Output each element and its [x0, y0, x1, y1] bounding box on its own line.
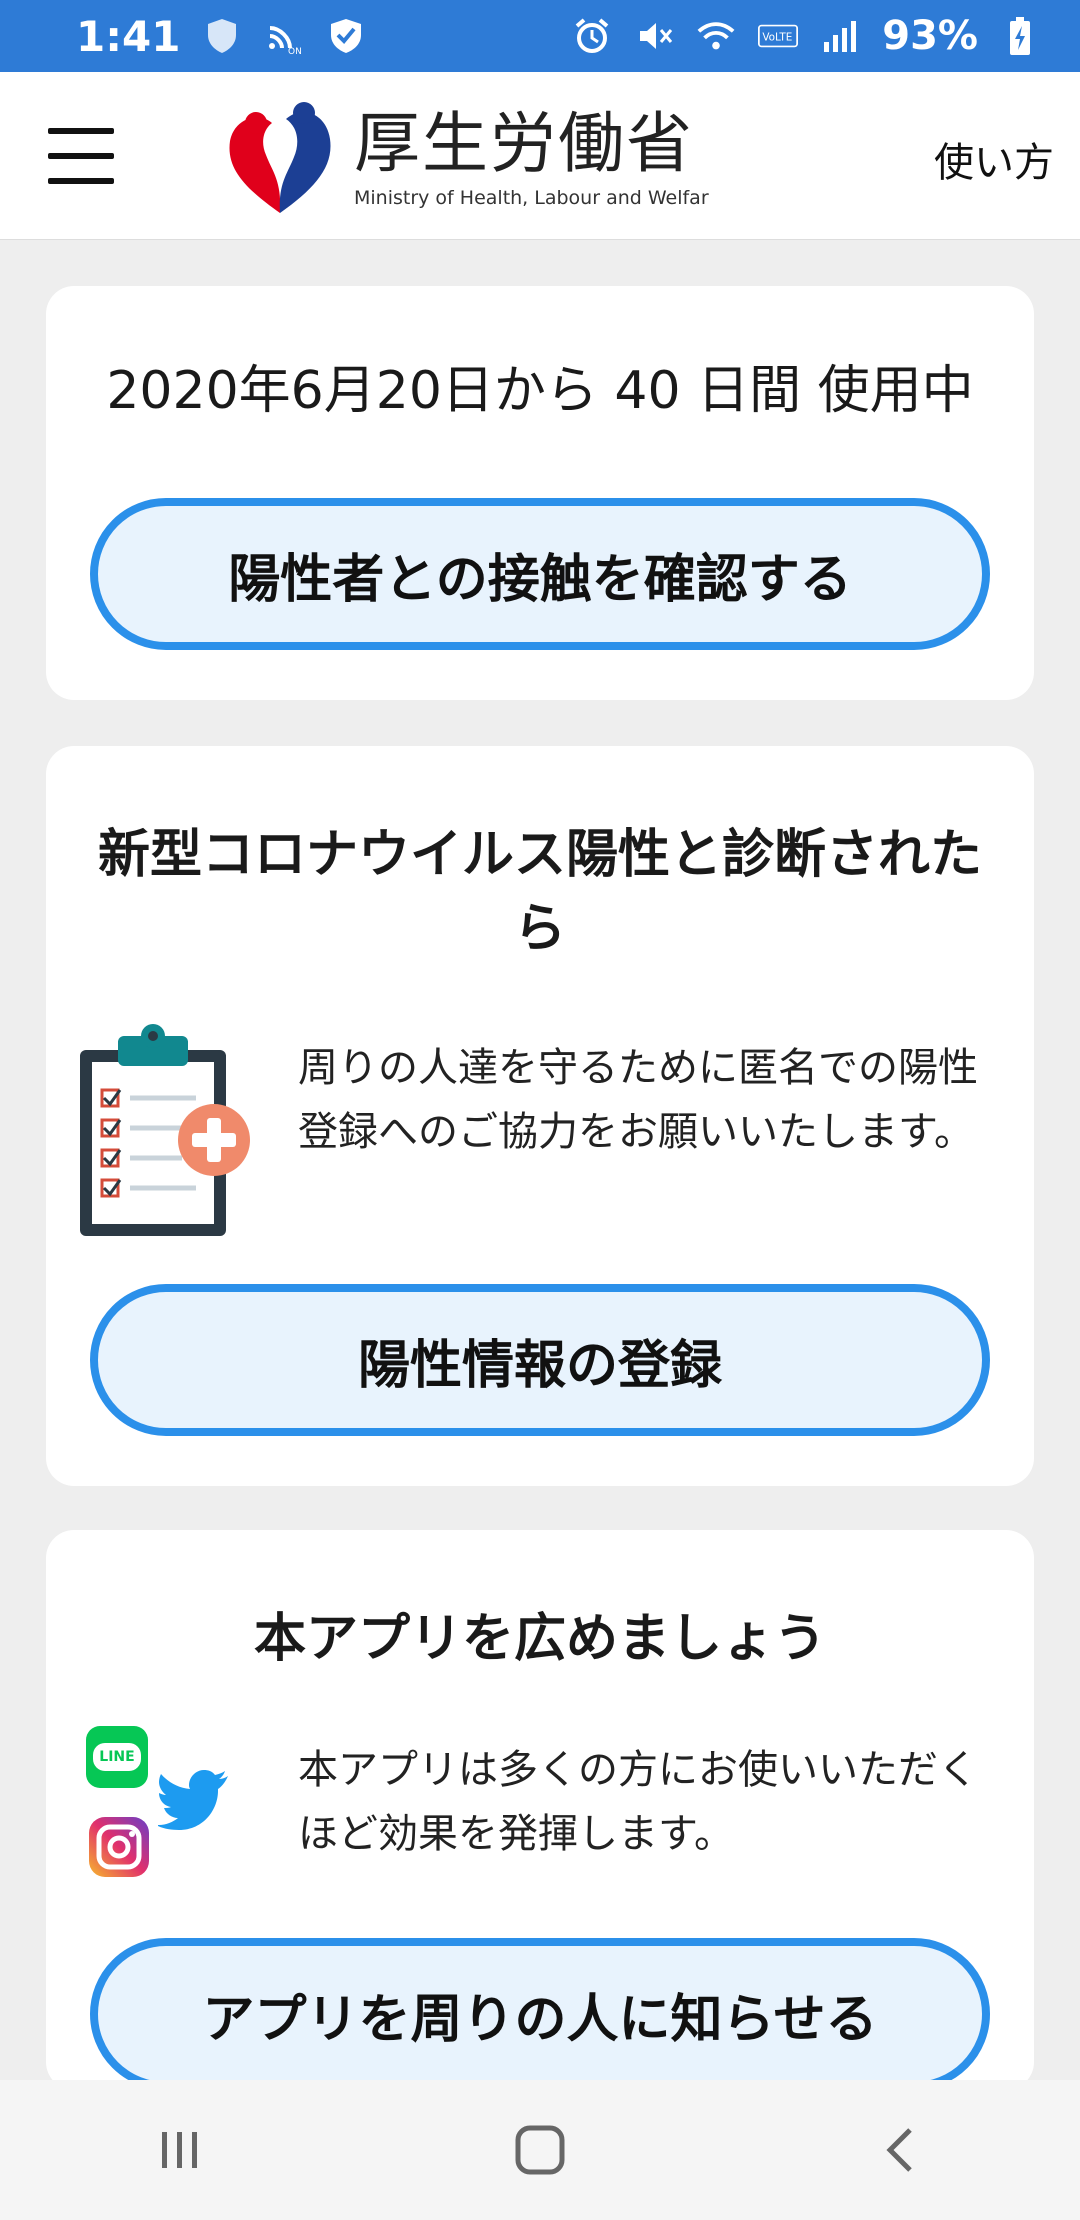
battery-percent: 93%	[882, 13, 978, 59]
shield-icon	[202, 16, 242, 56]
usage-duration-text: 2020年6月20日から 40 日間 使用中	[106, 361, 974, 421]
back-button[interactable]	[840, 2090, 960, 2210]
line-badge: LINE	[93, 1743, 141, 1771]
share-app-button[interactable]: アプリを周りの人に知らせる	[90, 1938, 990, 2090]
logo-text: 厚生労働省 Ministry of Health, Labour and Wel…	[354, 105, 709, 209]
status-bar: 1:41 ON VoLTE 93%	[0, 0, 1080, 72]
twitter-icon	[158, 1770, 228, 1830]
home-button[interactable]	[480, 2090, 600, 2210]
wifi-icon	[696, 16, 736, 56]
clipboard-medical-icon	[80, 1024, 250, 1236]
mhlw-logo: 厚生労働省 Ministry of Health, Labour and Wel…	[220, 92, 709, 222]
volte-icon: VoLTE	[758, 16, 799, 56]
hamburger-menu-icon[interactable]	[48, 128, 114, 184]
system-nav-bar	[0, 2080, 1080, 2220]
alarm-icon	[572, 16, 612, 56]
status-time: 1:41	[76, 11, 181, 61]
positive-card-body: 周りの人達を守るために匿名での陽性登録へのご協力をお願いいたします。	[298, 1045, 978, 1155]
recent-apps-icon	[162, 2132, 197, 2168]
recent-apps-button[interactable]	[120, 2090, 240, 2210]
logo-title: 厚生労働省	[354, 105, 694, 182]
signal-icon	[820, 16, 860, 56]
nfc-on-icon: ON	[264, 16, 304, 56]
secure-shield-check-icon	[326, 16, 366, 56]
register-positive-button[interactable]: 陽性情報の登録	[90, 1284, 990, 1436]
howto-link[interactable]: 使い方	[934, 130, 1054, 188]
status-left: 1:41 ON	[76, 12, 366, 61]
logo-subtitle: Ministry of Health, Labour and Welfar	[354, 187, 709, 209]
check-contact-button[interactable]: 陽性者との接触を確認する	[90, 498, 990, 650]
status-right: VoLTE 93%	[572, 13, 1040, 59]
mute-icon	[634, 16, 674, 56]
share-icons: LINE	[86, 1726, 246, 1886]
usage-card: 2020年6月20日から 40 日間 使用中 陽性者との接触を確認する	[46, 286, 1034, 700]
instagram-icon	[89, 1817, 149, 1877]
app-header: 厚生労働省 Ministry of Health, Labour and Wel…	[0, 72, 1080, 240]
svg-text:ON: ON	[288, 47, 302, 56]
svg-text:VoLTE: VoLTE	[763, 31, 793, 43]
share-card-body: 本アプリは多くの方にお使いいただくほど効果を発揮します。	[298, 1747, 978, 1857]
line-icon: LINE	[86, 1726, 148, 1788]
positive-card-heading: 新型コロナウイルス陽性と診断されたら	[97, 825, 982, 959]
home-icon	[515, 2125, 565, 2175]
battery-charging-icon	[1000, 16, 1040, 56]
back-chevron-icon	[886, 2128, 912, 2172]
positive-report-card: 新型コロナウイルス陽性と診断されたら 周りの人達を守るために匿名での陽性登録への…	[46, 746, 1034, 1486]
mhlw-emblem-icon	[229, 102, 331, 213]
share-app-card: 本アプリを広めましょう LINE 本アプリは多くの方にお使いいただくほど効果を発…	[46, 1530, 1034, 2090]
share-card-heading: 本アプリを広めましょう	[253, 1609, 826, 1669]
